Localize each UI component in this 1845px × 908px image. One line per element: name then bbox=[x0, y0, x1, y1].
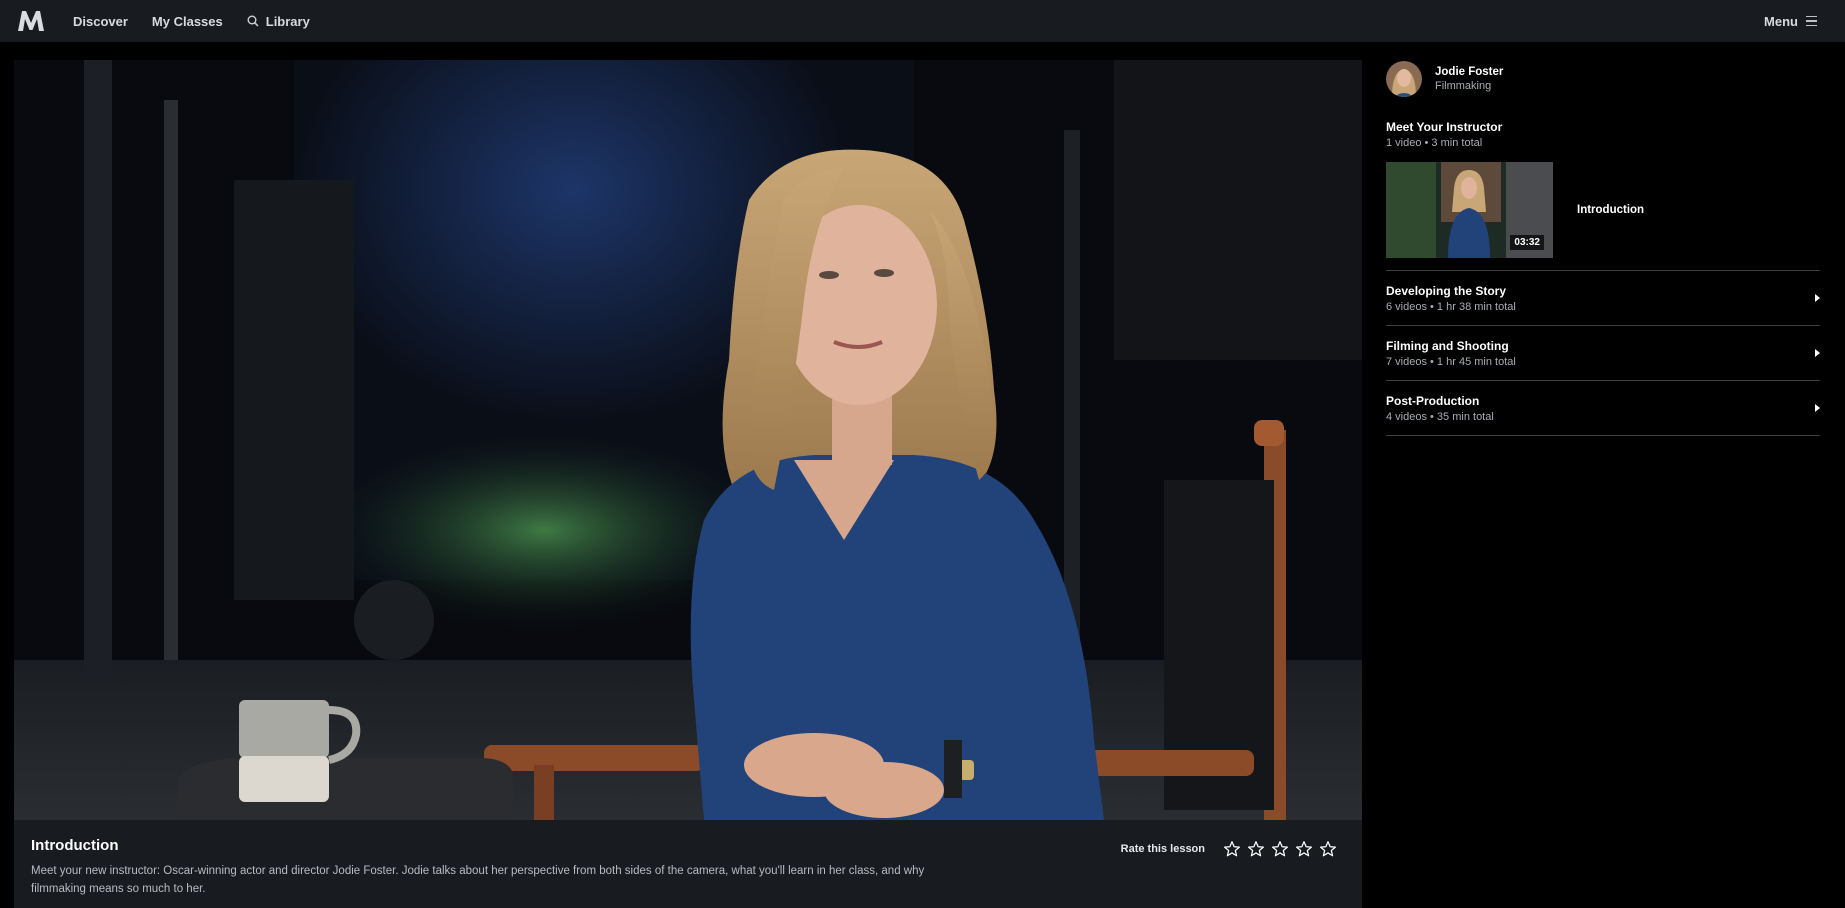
nav-discover[interactable]: Discover bbox=[73, 14, 128, 29]
chapter-meta: 6 videos • 1 hr 38 min total bbox=[1386, 301, 1516, 313]
lesson-duration: 03:32 bbox=[1510, 235, 1544, 250]
chapter-post-production[interactable]: Post-Production 4 videos • 35 min total bbox=[1386, 381, 1820, 435]
star-icon[interactable] bbox=[1295, 840, 1313, 858]
lesson-thumbnail: 03:32 bbox=[1386, 162, 1553, 258]
hamburger-icon bbox=[1806, 15, 1817, 27]
play-icon bbox=[1815, 294, 1820, 302]
chapter-title: Developing the Story bbox=[1386, 284, 1507, 298]
nav-my-classes-label: My Classes bbox=[151, 13, 223, 29]
instructor-name: Jodie Foster bbox=[1435, 66, 1504, 78]
rate-label: Rate this lesson bbox=[1120, 843, 1205, 855]
lesson-description: Meet your new instructor: Oscar-winning … bbox=[31, 865, 925, 895]
star-icon[interactable] bbox=[1247, 840, 1265, 858]
chapter-title: Meet Your Instructor bbox=[1386, 120, 1503, 134]
play-icon bbox=[1815, 349, 1820, 357]
rating-widget: Rate this lesson bbox=[1121, 840, 1337, 858]
menu-button[interactable]: Menu bbox=[1764, 0, 1817, 42]
lesson-item-introduction[interactable]: 03:32 Introduction bbox=[1386, 162, 1820, 258]
search-icon bbox=[247, 15, 259, 27]
star-icon[interactable] bbox=[1223, 840, 1241, 858]
instructor-header[interactable]: Jodie Foster Filmmaking bbox=[1386, 60, 1820, 98]
chapter-filming-and-shooting[interactable]: Filming and Shooting 7 videos • 1 hr 45 … bbox=[1386, 326, 1820, 380]
avatar bbox=[1386, 61, 1422, 97]
chapter-title: Filming and Shooting bbox=[1386, 339, 1509, 353]
top-nav: Discover My Classes Library Menu bbox=[0, 0, 1845, 42]
masterclass-logo-icon[interactable] bbox=[17, 9, 47, 33]
lesson-title: Introduction bbox=[31, 837, 119, 854]
chapter-developing-the-story[interactable]: Developing the Story 6 videos • 1 hr 38 … bbox=[1386, 271, 1820, 325]
play-icon bbox=[1815, 404, 1820, 412]
lesson-name: Introduction bbox=[1577, 204, 1645, 216]
class-sidebar: Jodie Foster Filmmaking Meet Your Instru… bbox=[1386, 60, 1820, 436]
nav-discover-label: Discover bbox=[73, 13, 128, 29]
video-player[interactable] bbox=[14, 60, 1362, 820]
lesson-info: Introduction Meet your new instructor: O… bbox=[14, 820, 1362, 908]
nav-library-label: Library bbox=[265, 13, 310, 29]
nav-library[interactable]: Library bbox=[247, 14, 310, 29]
nav-my-classes[interactable]: My Classes bbox=[152, 14, 223, 29]
chapter-title: Post-Production bbox=[1386, 394, 1480, 408]
chapter-meta: 7 videos • 1 hr 45 min total bbox=[1386, 356, 1516, 368]
instructor-subject: Filmmaking bbox=[1435, 80, 1492, 92]
chapter-meta: 4 videos • 35 min total bbox=[1386, 411, 1494, 423]
star-icon[interactable] bbox=[1271, 840, 1289, 858]
video-frame bbox=[14, 60, 1362, 820]
chapter-meta: 1 video • 3 min total bbox=[1386, 137, 1483, 149]
star-icon[interactable] bbox=[1319, 840, 1337, 858]
divider bbox=[1386, 435, 1820, 436]
menu-label: Menu bbox=[1764, 13, 1798, 29]
chapter-meet-your-instructor: Meet Your Instructor 1 video • 3 min tot… bbox=[1386, 120, 1820, 149]
